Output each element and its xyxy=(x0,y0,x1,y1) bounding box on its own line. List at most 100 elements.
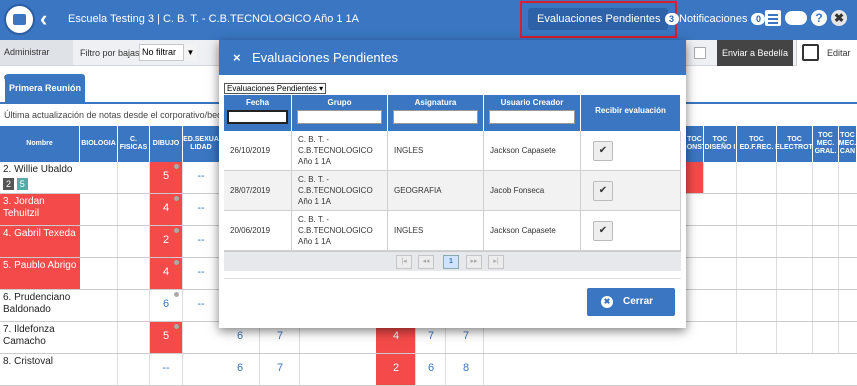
back-arrow-icon[interactable]: ‹ xyxy=(40,7,47,31)
grade-cell[interactable] xyxy=(704,162,737,193)
next-page-button[interactable]: ▸▸ xyxy=(466,255,482,269)
grade-cell[interactable] xyxy=(704,322,737,353)
grade-cell[interactable] xyxy=(80,162,118,193)
check-icon[interactable]: ✔ xyxy=(593,140,613,161)
grade-cell[interactable] xyxy=(737,194,777,225)
grade-cell[interactable] xyxy=(777,322,813,353)
grade-cell[interactable]: 4 xyxy=(150,194,183,225)
grade-value: 8 xyxy=(462,362,470,374)
grupo-filter-input[interactable] xyxy=(296,110,383,124)
grade-cell[interactable] xyxy=(80,226,118,257)
grade-value: 7 xyxy=(462,330,470,342)
student-name[interactable]: 7. Ildefonza Camacho xyxy=(0,322,80,353)
edit-button[interactable]: Editar xyxy=(796,40,857,66)
student-name[interactable]: 4. Gabril Texeda xyxy=(0,226,80,257)
grade-cell[interactable] xyxy=(704,290,737,321)
col-header-dibujo[interactable]: DIBUJO xyxy=(150,126,183,162)
grade-cell[interactable]: -- xyxy=(183,290,220,321)
list-icon[interactable] xyxy=(765,10,781,26)
grade-cell[interactable] xyxy=(813,322,839,353)
col-header-toc-mecgral[interactable]: TOC MEC. GRAL. xyxy=(813,126,839,162)
tab-primera-reunion[interactable]: Primera Reunión xyxy=(5,74,85,102)
home-button[interactable] xyxy=(4,4,35,35)
grade-cell[interactable] xyxy=(737,322,777,353)
col-header-nombre[interactable]: Nombre xyxy=(0,126,80,162)
chevron-down-icon[interactable]: ▼ xyxy=(183,44,197,61)
student-name[interactable]: 5. Paublo Abrigo xyxy=(0,258,80,289)
grade-cell[interactable]: 4 xyxy=(150,258,183,289)
col-header-biologia[interactable]: BIOLOGIA xyxy=(80,126,118,162)
grade-cell[interactable] xyxy=(704,194,737,225)
grade-cell[interactable] xyxy=(80,258,118,289)
grade-cell[interactable]: 6 xyxy=(416,354,446,385)
grade-cell[interactable] xyxy=(737,226,777,257)
grade-cell[interactable]: 2 xyxy=(150,226,183,257)
col-header-toc-edfrec[interactable]: TOC ED.F.REC. xyxy=(737,126,777,162)
student-name[interactable]: 3. Jordan Tehuitzil xyxy=(0,194,80,225)
grade-cell[interactable] xyxy=(813,290,839,321)
grade-cell[interactable] xyxy=(737,258,777,289)
grade-cell[interactable]: 6 xyxy=(150,290,183,321)
grade-cell[interactable]: 5 xyxy=(150,322,183,353)
grade-cell[interactable] xyxy=(704,226,737,257)
check-icon[interactable]: ✔ xyxy=(593,220,613,241)
usuario-filter-input[interactable] xyxy=(488,110,576,124)
last-page-button[interactable]: ▸| xyxy=(488,255,504,269)
grade-cell[interactable] xyxy=(737,290,777,321)
grade-cell[interactable] xyxy=(777,226,813,257)
asignatura-filter-input[interactable] xyxy=(392,110,479,124)
student-name[interactable]: 6. Prudenciano Baldonado xyxy=(0,290,80,321)
close-icon[interactable]: × xyxy=(233,50,241,65)
admin-group-button[interactable]: Administrar grupo xyxy=(0,40,73,82)
col-header-toc-electrot[interactable]: TOC ELECTROT. xyxy=(775,126,814,162)
col-header-toc-mecan[interactable]: TOC MEC. CAN xyxy=(839,126,857,162)
grade-cell[interactable] xyxy=(813,162,839,193)
cerrar-button[interactable]: ✖ Cerrar xyxy=(587,288,675,316)
grade-cell[interactable] xyxy=(80,290,118,321)
grade-cell[interactable] xyxy=(777,290,813,321)
cloud-icon[interactable] xyxy=(785,11,807,25)
grade-cell[interactable] xyxy=(813,258,839,289)
grade-cell[interactable] xyxy=(777,162,813,193)
grade-cell[interactable]: 6 xyxy=(220,354,260,385)
help-icon[interactable]: ? xyxy=(811,10,827,26)
grade-cell[interactable]: -- xyxy=(183,226,220,257)
page-1-button[interactable]: 1 xyxy=(443,255,459,269)
notifications-button[interactable]: Notificaciones 0 xyxy=(679,13,766,25)
grade-cell[interactable]: 7 xyxy=(260,354,300,385)
grade-cell[interactable]: 5 xyxy=(150,162,183,193)
col-header-edsexualidad[interactable]: ED.SEXUA LIDAD xyxy=(183,126,220,162)
grade-cell[interactable] xyxy=(704,258,737,289)
grade-cell[interactable]: 8 xyxy=(446,354,484,385)
grade-cell[interactable] xyxy=(80,354,118,385)
check-icon[interactable]: ✔ xyxy=(593,180,613,201)
grade-cell[interactable]: 2 xyxy=(376,354,416,385)
send-bedelia-button[interactable]: Enviar a Bedelía xyxy=(717,40,793,66)
student-name[interactable]: 8. Cristoval xyxy=(0,354,80,385)
checkbox[interactable] xyxy=(694,47,706,59)
grade-cell[interactable]: -- xyxy=(183,194,220,225)
fecha-filter-input[interactable] xyxy=(227,110,288,124)
pending-evaluations-button[interactable]: Evaluaciones Pendientes 3 xyxy=(528,8,679,30)
grade-cell[interactable]: 6 xyxy=(680,162,704,193)
grade-cell[interactable]: -- xyxy=(183,162,220,193)
grade-cell[interactable]: -- xyxy=(150,354,183,385)
grade-cell[interactable] xyxy=(777,258,813,289)
grade-cell[interactable]: -- xyxy=(183,258,220,289)
grade-cell[interactable] xyxy=(813,226,839,257)
grupo-cell: C. B. T. - C.B.TECNOLOGICO Año 1 1A xyxy=(292,171,388,210)
grade-cell[interactable] xyxy=(737,162,777,193)
col-header-toc-const[interactable]: TOC CONST. xyxy=(682,126,707,162)
grade-cell[interactable] xyxy=(80,322,118,353)
grade-cell[interactable] xyxy=(777,194,813,225)
grade-cell[interactable] xyxy=(813,194,839,225)
view-dropdown[interactable]: Evaluaciones Pendientes ▾ xyxy=(224,83,327,94)
col-header-cfisicas[interactable]: C. FISICAS xyxy=(118,126,150,162)
col-header-toc-diseno[interactable]: TOC DISEÑO I xyxy=(704,126,737,162)
close-icon[interactable]: ✖ xyxy=(831,10,847,26)
prev-page-button[interactable]: ◂◂ xyxy=(418,255,434,269)
grade-value: -- xyxy=(197,234,205,246)
first-page-button[interactable]: |◂ xyxy=(396,255,412,269)
student-name[interactable]: 2. Willie Ubaldo 2 5 xyxy=(0,162,80,193)
grade-cell[interactable] xyxy=(80,194,118,225)
